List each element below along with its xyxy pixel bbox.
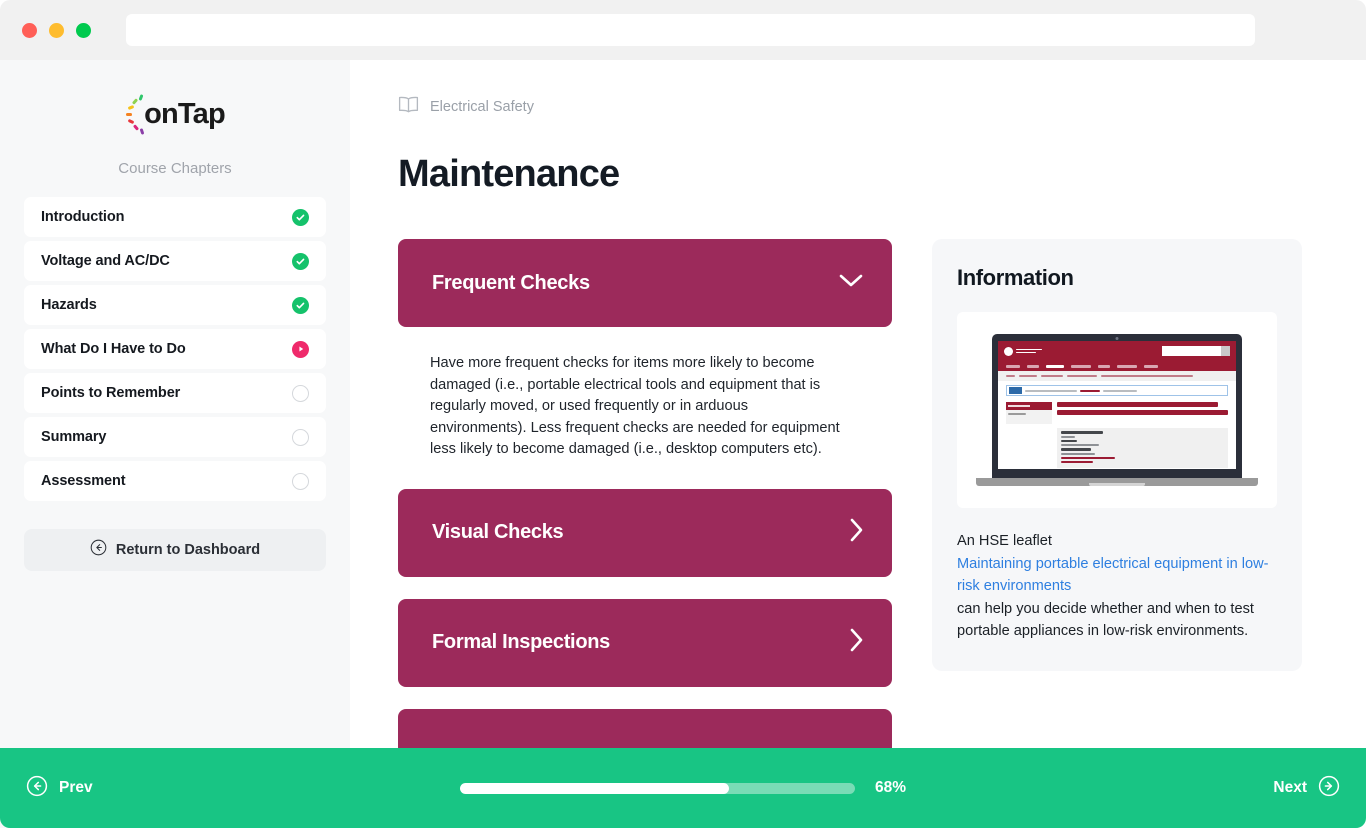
- main-content: Electrical Safety Maintenance Frequent C…: [350, 60, 1366, 828]
- minimize-window-button[interactable]: [49, 22, 64, 38]
- prev-button[interactable]: Prev: [26, 775, 93, 802]
- chapter-label: Hazards: [41, 297, 97, 313]
- chapter-label: Summary: [41, 429, 107, 445]
- book-icon: [398, 96, 419, 117]
- chapter-label: Points to Remember: [41, 385, 181, 401]
- chapters-heading: Course Chapters: [118, 160, 232, 177]
- webcam-icon: [1115, 337, 1119, 340]
- accordion-title: Visual Checks: [432, 521, 564, 544]
- hse-topbar: [998, 341, 1236, 361]
- accordion-title: Frequent Checks: [432, 271, 590, 294]
- content-columns: Frequent Checks Have more frequent check…: [398, 239, 1318, 819]
- chevron-right-icon[interactable]: [849, 517, 864, 548]
- hse-leaflet-link[interactable]: Maintaining portable electrical equipmen…: [957, 556, 1269, 595]
- progress-bar-track: [459, 782, 855, 794]
- status-complete-icon: [292, 208, 309, 226]
- sidebar-item-voltage-and-acdc[interactable]: Voltage and AC/DC: [24, 241, 326, 281]
- sidebar-item-points-to-remember[interactable]: Points to Remember: [24, 373, 326, 413]
- arrow-right-circle-icon: [1318, 775, 1340, 802]
- status-incomplete-icon: [292, 472, 309, 490]
- logo-rays-icon: [125, 94, 147, 135]
- hse-notice-banner: [1006, 385, 1228, 396]
- status-current-play-icon: [292, 340, 309, 358]
- hse-page-heading: [1057, 402, 1228, 424]
- chapter-label: Voltage and AC/DC: [41, 253, 170, 269]
- chapter-label: What Do I Have to Do: [41, 341, 186, 357]
- maximize-window-button[interactable]: [76, 22, 91, 38]
- hse-webpage-screenshot: [998, 341, 1236, 469]
- sidebar-item-introduction[interactable]: Introduction: [24, 197, 326, 237]
- accordion-title: Formal Inspections: [432, 631, 610, 654]
- hse-details-box: [1057, 428, 1228, 468]
- status-incomplete-icon: [292, 428, 309, 446]
- url-input[interactable]: [126, 14, 1255, 46]
- accordion-item-formal-inspections: Formal Inspections: [398, 598, 892, 687]
- accordion-header-formal-inspections[interactable]: Formal Inspections: [398, 599, 892, 687]
- close-window-button[interactable]: [22, 22, 37, 38]
- hse-side-panel: [1006, 402, 1052, 424]
- brand-logo[interactable]: onTap: [0, 86, 350, 142]
- accordion-panel: Frequent Checks: [398, 239, 892, 327]
- accordion-item-visual-checks: Visual Checks: [398, 488, 892, 577]
- next-label: Next: [1273, 779, 1307, 796]
- hse-nav: [998, 361, 1236, 371]
- sidebar-item-assessment[interactable]: Assessment: [24, 461, 326, 501]
- laptop-image: [957, 312, 1277, 508]
- chapter-list: Introduction Voltage and AC/DC Hazards W…: [0, 197, 350, 501]
- next-button[interactable]: Next: [1273, 775, 1340, 802]
- laptop-lid: [992, 334, 1242, 474]
- progress-bar-fill: [459, 782, 729, 794]
- arrow-left-circle-icon: [90, 539, 107, 561]
- course-progress: 68%: [459, 779, 907, 797]
- information-card: Information An HSE leaflet Maintaining p…: [932, 239, 1302, 671]
- laptop-base: [976, 478, 1258, 486]
- laptop-mockup: [992, 334, 1242, 478]
- chevron-down-icon[interactable]: [838, 273, 864, 293]
- accordion-header-frequent-checks[interactable]: Frequent Checks: [398, 239, 892, 327]
- status-complete-icon: [292, 252, 309, 270]
- progress-percent-label: 68%: [874, 779, 907, 796]
- hse-breadcrumb: [998, 371, 1236, 381]
- information-text: An HSE leaflet Maintaining portable elec…: [957, 530, 1277, 643]
- accordion-body-frequent-checks: Have more frequent checks for items more…: [430, 355, 840, 458]
- information-title: Information: [957, 265, 1074, 290]
- app-shell: onTap Course Chapters Introduction Volta…: [0, 60, 1366, 828]
- accordion-list: Frequent Checks Have more frequent check…: [398, 239, 892, 819]
- information-text-before: An HSE leaflet: [957, 533, 1052, 549]
- breadcrumb[interactable]: Electrical Safety: [398, 96, 1318, 117]
- chevron-right-icon[interactable]: [849, 627, 864, 658]
- sidebar-item-hazards[interactable]: Hazards: [24, 285, 326, 325]
- sidebar-item-summary[interactable]: Summary: [24, 417, 326, 457]
- information-text-after: can help you decide whether and when to …: [957, 600, 1254, 640]
- accordion-header-visual-checks[interactable]: Visual Checks: [398, 489, 892, 577]
- hse-search-field: [1162, 346, 1230, 356]
- breadcrumb-label: Electrical Safety: [430, 98, 534, 115]
- accordion-item-frequent-checks: Frequent Checks Have more frequent check…: [398, 239, 892, 461]
- hse-logo: [1004, 346, 1042, 356]
- chapter-label: Assessment: [41, 473, 126, 489]
- page-title: Maintenance: [398, 153, 620, 195]
- browser-chrome: [0, 0, 1366, 60]
- status-incomplete-icon: [292, 384, 309, 402]
- status-complete-icon: [292, 296, 309, 314]
- return-to-dashboard-label: Return to Dashboard: [115, 542, 261, 558]
- hse-mark-icon: [1004, 346, 1013, 356]
- course-footer-bar: Prev 68% Next: [0, 748, 1366, 828]
- arrow-left-circle-icon: [26, 775, 48, 802]
- return-to-dashboard-button[interactable]: Return to Dashboard: [24, 529, 326, 571]
- hse-main-row: [998, 400, 1236, 424]
- traffic-lights: [22, 22, 91, 38]
- sidebar-item-what-do-i-have-to-do[interactable]: What Do I Have to Do: [24, 329, 326, 369]
- chapter-label: Introduction: [41, 209, 125, 225]
- browser-window: onTap Course Chapters Introduction Volta…: [0, 0, 1366, 828]
- sidebar: onTap Course Chapters Introduction Volta…: [0, 60, 350, 828]
- hse-logo-text: [1016, 348, 1042, 354]
- logo-text: onTap: [144, 97, 226, 130]
- prev-label: Prev: [59, 779, 93, 796]
